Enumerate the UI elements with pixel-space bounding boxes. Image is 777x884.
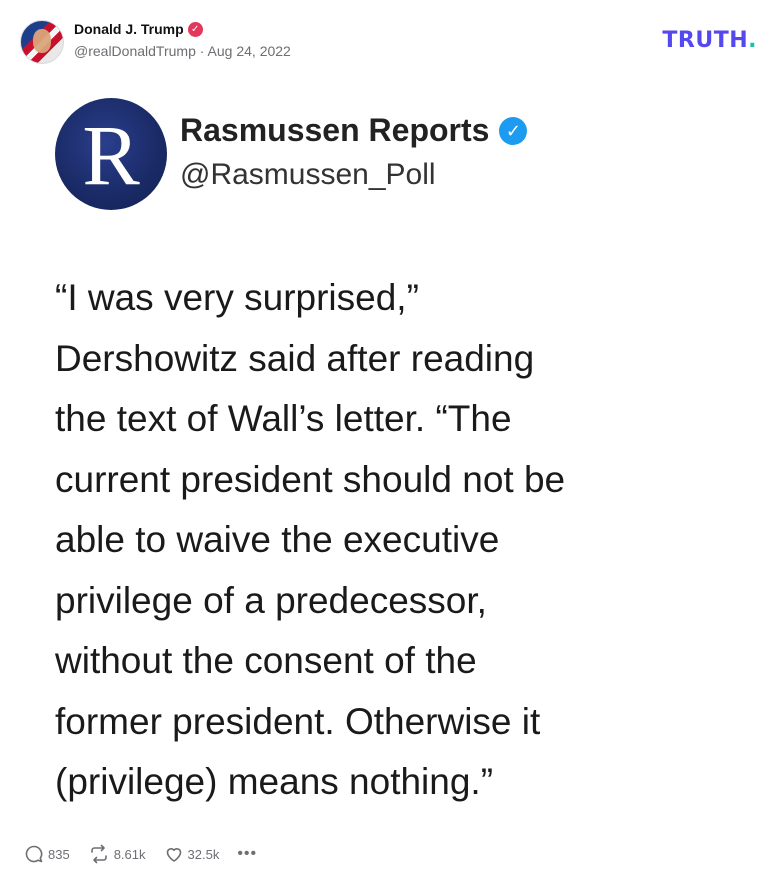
heart-icon: [166, 848, 181, 862]
reply-icon: [25, 845, 43, 863]
more-icon: •••: [237, 845, 258, 862]
meta-separator: ·: [199, 43, 205, 59]
post-header: Donald J. Trump ✓ @realDonaldTrump · Aug…: [20, 18, 757, 68]
retruth-count: 8.61k: [113, 846, 146, 862]
author-info: Donald J. Trump ✓ @realDonaldTrump · Aug…: [74, 20, 291, 60]
post-actions: 835 8.61k 32.5k •••: [24, 842, 275, 866]
source-name: Rasmussen Reports ✓: [180, 112, 528, 149]
quote-text: “I was very surprised,” Dershowitz said …: [55, 277, 566, 802]
author-name[interactable]: Donald J. Trump ✓: [74, 20, 291, 38]
rasmussen-logo: R: [55, 98, 167, 210]
verified-check-icon: ✓: [187, 21, 203, 37]
author-handle[interactable]: @realDonaldTrump: [74, 43, 196, 59]
author-meta: @realDonaldTrump · Aug 24, 2022: [74, 42, 291, 60]
more-button[interactable]: •••: [237, 845, 257, 863]
rasmussen-logo-letter: R: [82, 107, 140, 203]
source-handle: @Rasmussen_Poll: [180, 158, 436, 191]
source-name-text: Rasmussen Reports: [180, 112, 490, 148]
truth-logo[interactable]: TRUTH.: [662, 28, 757, 53]
retruth-button[interactable]: 8.61k: [88, 844, 146, 864]
post-date[interactable]: Aug 24, 2022: [208, 43, 291, 59]
verified-check-icon: ✓: [499, 116, 528, 145]
reply-count: 835: [48, 846, 70, 862]
like-button[interactable]: 32.5k: [164, 844, 220, 864]
logo-text: TRUTH: [662, 28, 749, 53]
retruth-icon: [90, 844, 107, 864]
avatar[interactable]: [20, 20, 64, 64]
reply-button[interactable]: 835: [24, 844, 70, 864]
author-name-text[interactable]: Donald J. Trump: [74, 20, 184, 38]
logo-dot: .: [748, 28, 757, 53]
embedded-tweet-image[interactable]: R Rasmussen Reports ✓ @Rasmussen_Poll “I…: [55, 98, 735, 802]
like-count: 32.5k: [187, 846, 220, 862]
